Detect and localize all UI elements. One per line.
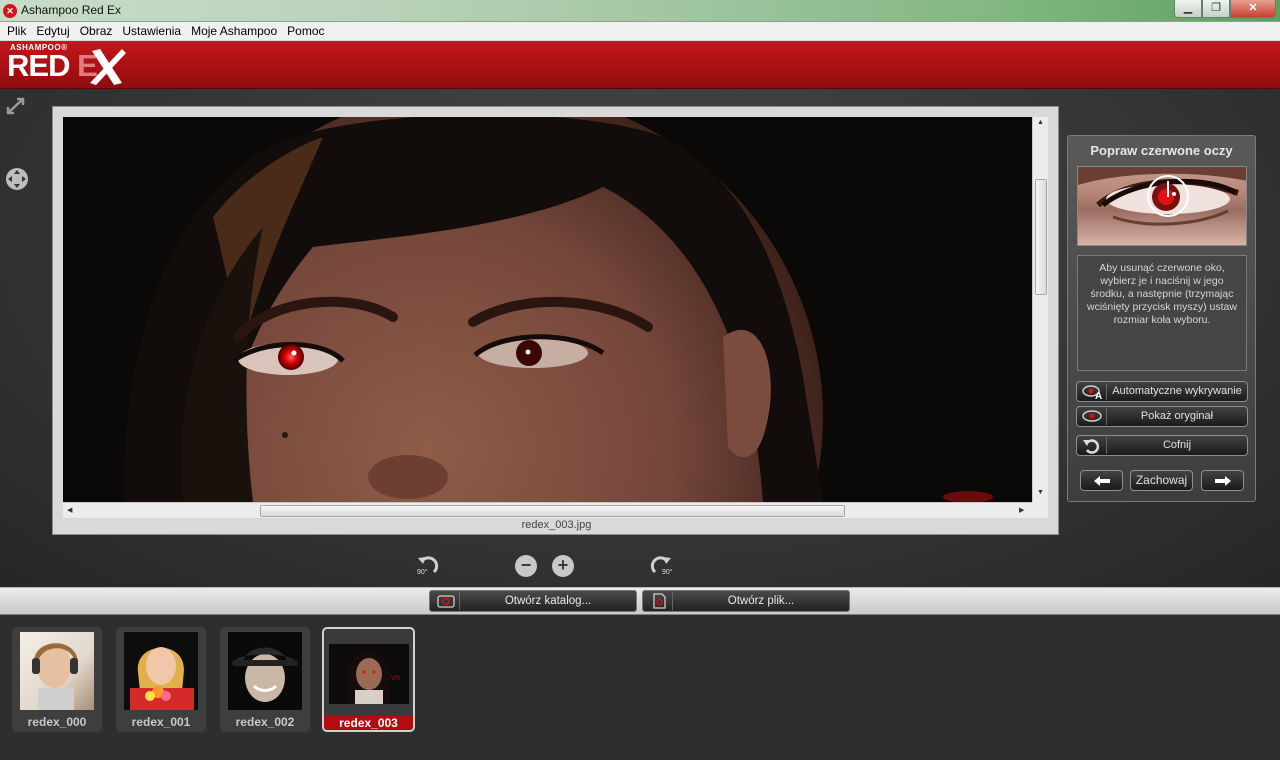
window-title: Ashampoo Red Ex xyxy=(21,3,122,17)
thumbnail-image xyxy=(228,632,302,710)
vertical-scroll-thumb[interactable] xyxy=(1035,179,1047,295)
maximize-button[interactable]: ❐ xyxy=(1202,0,1230,18)
window-controls: ▁ ❐ ✕ xyxy=(1174,0,1276,18)
camera-folder-icon xyxy=(432,592,460,610)
vertical-scrollbar[interactable]: ▲ ▼ xyxy=(1032,117,1048,502)
open-toolbar: Otwórz katalog... Otwórz plik... xyxy=(0,587,1280,615)
open-catalog-button[interactable]: Otwórz katalog... xyxy=(429,590,637,612)
thumbnail-label: redex_000 xyxy=(27,715,87,729)
thumbnail-label: redex_001 xyxy=(131,715,191,729)
rotate-left-degrees: 90° xyxy=(417,569,428,576)
fullscreen-icon[interactable] xyxy=(6,97,26,118)
menu-edytuj[interactable]: Edytuj xyxy=(31,24,74,38)
undo-icon xyxy=(1079,437,1107,454)
thumbnail-redex-003[interactable]: vo redex_003 xyxy=(322,627,415,732)
horizontal-scroll-thumb[interactable] xyxy=(260,505,845,517)
thumbnail-strip: redex_000 redex_001 redex_002 vo redex_0… xyxy=(0,615,1280,760)
thumbnail-redex-002[interactable]: redex_002 xyxy=(220,627,310,732)
auto-detect-button[interactable]: A Automatyczne wykrywanie xyxy=(1076,381,1248,402)
red-eye-panel: Popraw czerwone oczy Aby usunąć czerwone… xyxy=(1067,135,1256,502)
photo-viewport[interactable] xyxy=(63,117,1032,502)
open-file-button[interactable]: Otwórz plik... xyxy=(642,590,850,612)
close-button[interactable]: ✕ xyxy=(1230,0,1276,18)
undo-label: Cofnij xyxy=(1162,439,1192,451)
menu-obraz[interactable]: Obraz xyxy=(75,24,118,38)
help-text: Aby usunąć czerwone oko, wybierz je i na… xyxy=(1077,255,1247,371)
svg-text:vo: vo xyxy=(391,672,401,682)
file-icon xyxy=(645,592,673,610)
logo-red: RED xyxy=(7,48,70,83)
undo-button[interactable]: Cofnij xyxy=(1076,435,1248,456)
scroll-up-icon[interactable]: ▲ xyxy=(1037,119,1044,126)
title-bar: ✕ Ashampoo Red Ex ▁ ❐ ✕ xyxy=(0,0,1280,22)
eye-icon xyxy=(1079,408,1107,425)
scroll-left-icon[interactable]: ◀ xyxy=(67,506,72,514)
zoom-in-icon[interactable]: + xyxy=(552,555,574,577)
open-catalog-label: Otwórz katalog... xyxy=(504,595,592,607)
arrow-left-icon xyxy=(1093,476,1110,486)
arrow-right-icon xyxy=(1214,476,1231,486)
menu-plik[interactable]: Plik xyxy=(2,24,31,38)
thumbnail-image: vo xyxy=(329,644,409,704)
face-photo[interactable] xyxy=(63,117,1032,502)
menu-moje-ashampoo[interactable]: Moje Ashampoo xyxy=(186,24,282,38)
save-button[interactable]: Zachowaj xyxy=(1130,470,1193,491)
eye-preview-image xyxy=(1077,166,1247,246)
image-filename: redex_003.jpg xyxy=(521,519,592,531)
panel-title: Popraw czerwone oczy xyxy=(1090,143,1233,158)
logo-x-icon xyxy=(90,49,126,85)
scroll-right-icon[interactable]: ▶ xyxy=(1019,506,1024,514)
app-icon[interactable]: ✕ xyxy=(3,4,17,18)
next-button[interactable] xyxy=(1201,470,1244,491)
thumbnail-redex-000[interactable]: redex_000 xyxy=(12,627,102,732)
horizontal-scrollbar[interactable]: ◀ ▶ xyxy=(63,502,1032,518)
auto-detect-icon: A xyxy=(1079,383,1107,402)
thumbnail-image xyxy=(124,632,198,710)
thumbnail-redex-001[interactable]: redex_001 xyxy=(116,627,206,732)
auto-detect-label: Automatyczne wykrywanie xyxy=(1112,385,1242,397)
menu-ustawienia[interactable]: Ustawienia xyxy=(117,24,186,38)
menu-bar: Plik Edytuj Obraz Ustawienia Moje Ashamp… xyxy=(0,22,1280,41)
thumbnail-label: redex_002 xyxy=(235,715,295,729)
show-original-label: Pokaż oryginał xyxy=(1140,410,1214,422)
rotate-right-degrees: 90° xyxy=(662,569,673,576)
minimize-button[interactable]: ▁ xyxy=(1174,0,1202,18)
scroll-corner xyxy=(1032,502,1048,518)
menu-pomoc[interactable]: Pomoc xyxy=(282,24,329,38)
thumbnail-image xyxy=(20,632,94,710)
svg-text:A: A xyxy=(1095,391,1102,400)
open-file-label: Otwórz plik... xyxy=(727,595,795,607)
scroll-down-icon[interactable]: ▼ xyxy=(1037,489,1044,496)
thumbnail-label: redex_003 xyxy=(324,716,413,730)
show-original-button[interactable]: Pokaż oryginał xyxy=(1076,406,1248,427)
pan-icon[interactable] xyxy=(5,167,29,194)
previous-button[interactable] xyxy=(1080,470,1123,491)
app-header: ASHAMPOO® RED E xyxy=(0,41,1280,89)
image-panel: ▲ ▼ ◀ ▶ redex_003.jpg xyxy=(52,106,1059,535)
main-area: ▲ ▼ ◀ ▶ redex_003.jpg 90° − + 90° Popraw… xyxy=(0,89,1280,587)
zoom-out-icon[interactable]: − xyxy=(515,555,537,577)
